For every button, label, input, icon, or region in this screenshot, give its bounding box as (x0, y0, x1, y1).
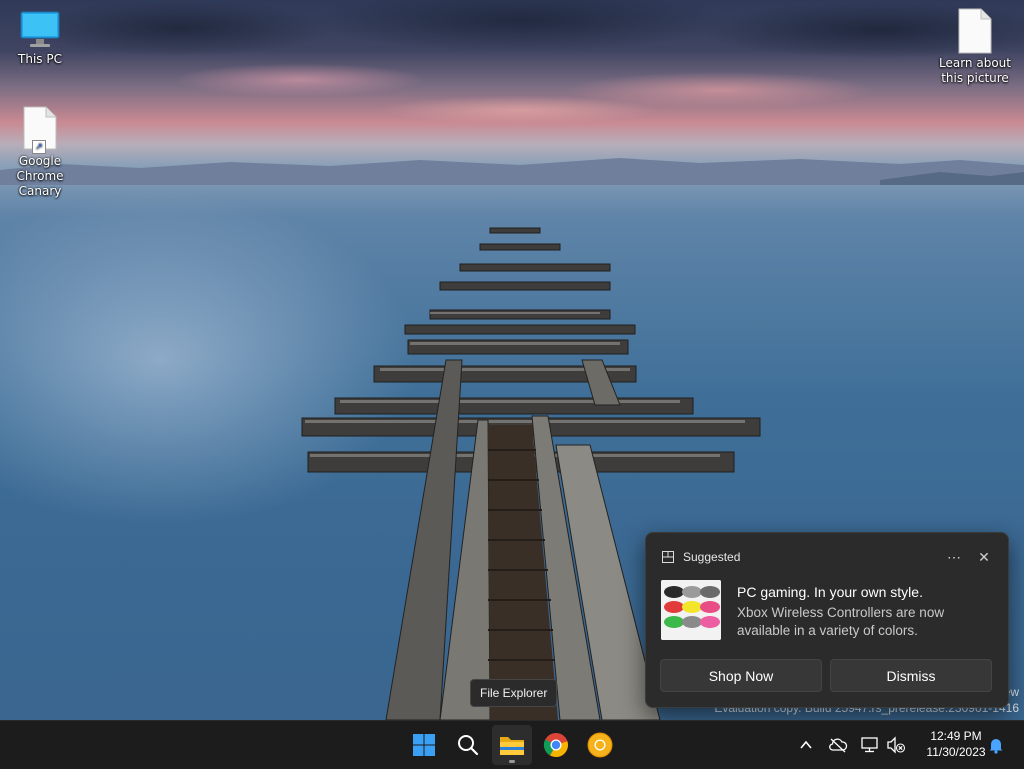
desktop-icon-label: Learn about this picture (939, 56, 1011, 85)
taskbar-chrome-button[interactable] (536, 725, 576, 765)
chrome-icon (543, 733, 568, 757)
toast-header: Suggested ⋯ ✕ (662, 547, 996, 567)
file-explorer-tooltip: File Explorer (470, 679, 558, 707)
desktop-icon-this-pc[interactable]: This PC (0, 10, 80, 67)
toast-title: PC gaming. In your own style. (737, 584, 923, 600)
cloud-offline-icon (829, 738, 848, 753)
clock-time: 12:49 PM (930, 729, 982, 743)
shop-now-button[interactable]: Shop Now (660, 659, 822, 692)
network-tray-button[interactable] (858, 733, 882, 757)
taskbar-search-button[interactable] (448, 725, 488, 765)
toast-app-name: Suggested (683, 550, 741, 564)
bell-icon (989, 739, 1003, 754)
clock-date: 11/30/2023 (926, 745, 986, 759)
taskbar: 12:49 PM 11/30/2023 (0, 720, 1024, 769)
desktop-icon-learn-about-picture[interactable]: Learn about this picture (935, 8, 1015, 86)
volume-muted-icon (887, 736, 906, 754)
taskbar-file-explorer-button[interactable] (492, 725, 532, 765)
desktop-icon-label: This PC (18, 52, 62, 66)
folder-icon (500, 737, 524, 755)
taskbar-start-button[interactable] (404, 725, 444, 765)
chevron-up-icon (800, 740, 812, 749)
wallpaper-clouds (0, 0, 1024, 160)
windows-start-icon (413, 734, 435, 756)
taskbar-chrome-canary-button[interactable] (580, 725, 620, 765)
dismiss-button[interactable]: Dismiss (830, 659, 992, 692)
network-icon (861, 737, 878, 753)
desktop-icon-chrome-canary[interactable]: ↗ Google Chrome Canary (0, 106, 80, 199)
search-icon (458, 735, 479, 756)
chrome-canary-icon (587, 732, 613, 758)
notification-toast[interactable]: Suggested ⋯ ✕ PC gaming. In your own sty… (645, 532, 1009, 708)
desktop-icon-label: Google Chrome Canary (16, 154, 64, 198)
toast-body: Xbox Wireless Controllers are now availa… (737, 605, 945, 638)
close-icon[interactable]: ✕ (972, 547, 996, 567)
file-icon (958, 8, 992, 54)
show-hidden-icons-button[interactable] (794, 733, 818, 757)
volume-tray-button[interactable] (884, 733, 908, 757)
suggested-app-icon (662, 551, 674, 563)
xbox-controllers-image (661, 580, 721, 640)
shortcut-arrow-icon: ↗ (32, 140, 46, 154)
this-pc-icon (20, 11, 60, 47)
notification-center-button[interactable] (984, 733, 1008, 757)
taskbar-clock[interactable]: 12:49 PM 11/30/2023 (918, 728, 994, 760)
onedrive-tray-button[interactable] (826, 733, 850, 757)
active-app-indicator (509, 760, 515, 763)
more-icon[interactable]: ⋯ (942, 547, 966, 567)
